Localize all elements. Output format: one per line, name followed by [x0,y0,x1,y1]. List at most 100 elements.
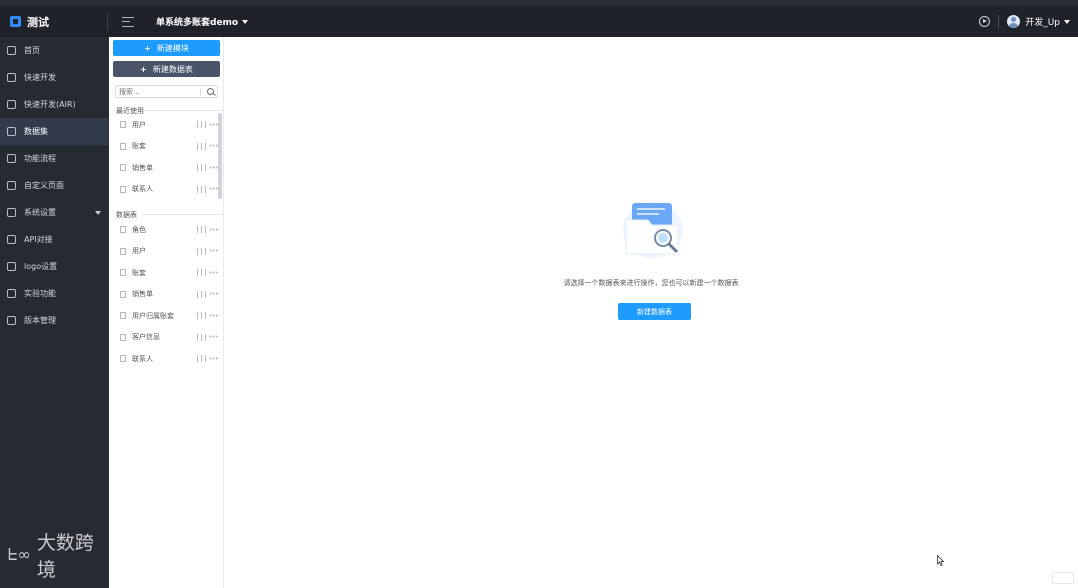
search-input[interactable] [116,86,200,97]
list-item-label: 销售单 [132,163,153,172]
app-title: 测试 [27,15,49,29]
main-content: 请选择一个数据表来进行操作，您也可以新建一个数据表 新建数据表 [224,37,1078,588]
user-menu-chevron-icon[interactable] [1064,19,1070,24]
table-icon [120,290,126,298]
corner-badge [1052,572,1074,584]
sidebar-item-system-settings[interactable]: 系统设置 [0,199,109,226]
more-icon[interactable]: ••• [209,355,219,363]
sidebar-item-custom-page[interactable]: 自定义页面 [0,172,109,199]
sidebar-item-label: 实验功能 [24,289,56,298]
sidebar-item-label: 快速开发(AIR) [24,100,76,109]
collapse-menu-icon[interactable] [122,16,134,27]
new-table-button[interactable]: + 新建数据表 [113,61,220,77]
sidebar-item-lab[interactable]: 实验功能 [0,280,109,307]
list-item-label: 客户信息 [132,333,160,342]
page-icon [7,181,16,190]
sidebar-item-label: 系统设置 [24,208,56,217]
list-item[interactable]: 联系人 ••• [109,179,221,201]
watermark: ᖶ∞ 大数跨境 [8,528,109,582]
list-item-label: 用户 [132,120,146,129]
settings-sliders-icon[interactable] [196,333,206,341]
table-icon [120,226,126,234]
panel-scrollbar[interactable] [218,113,222,199]
play-icon[interactable] [979,16,991,27]
chevron-down-icon [95,211,101,215]
divider [998,14,1000,29]
more-icon[interactable]: ••• [209,185,219,193]
settings-sliders-icon[interactable] [196,312,206,320]
app-logo[interactable]: 测试 [0,12,108,31]
more-icon[interactable]: ••• [209,290,219,298]
more-icon[interactable]: ••• [209,247,219,255]
new-module-button[interactable]: + 新建模块 [113,40,220,56]
sidebar-item-dataset[interactable]: 数据集 [0,118,109,145]
avatar[interactable] [1007,15,1021,28]
settings-sliders-icon[interactable] [196,142,206,150]
project-name: 单系统多账套demo [156,18,239,28]
settings-sliders-icon[interactable] [196,269,206,277]
top-bar: 测试 单系统多账套demo 开发_Up [0,6,1078,37]
mouse-cursor-icon [937,555,944,566]
more-icon[interactable]: ••• [209,333,219,341]
list-item-label: 用户 [132,247,146,256]
more-icon[interactable]: ••• [209,226,219,234]
list-item[interactable]: 联系人 ••• [109,348,221,370]
plus-icon: + [144,43,151,53]
more-icon[interactable]: ••• [209,269,219,277]
more-icon[interactable]: ••• [209,164,219,172]
watermark-text: 大数跨境 [36,532,94,581]
cube-icon [7,73,16,82]
settings-sliders-icon[interactable] [196,226,206,234]
app-logo-icon [10,16,21,27]
list-item-label: 用户归属账套 [132,311,174,320]
empty-message: 请选择一个数据表来进行操作，您也可以新建一个数据表 [563,279,739,287]
settings-sliders-icon[interactable] [196,355,206,363]
search-icon[interactable] [207,88,214,95]
list-item[interactable]: 销售单 ••• [109,284,221,306]
version-icon [7,316,16,325]
tables-list: 角色 ••• 用户 ••• 账套 ••• 销售单 ••• 用户归属账套 ••• … [109,219,221,370]
sidebar-item-label: logo设置 [24,262,58,271]
list-item-label: 联系人 [132,185,153,194]
cube-icon [7,100,16,109]
divider [200,87,201,96]
sidebar-item-label: 快速开发 [24,73,56,82]
project-selector[interactable]: 单系统多账套demo [156,15,249,28]
table-icon [120,312,126,320]
table-icon [120,269,126,277]
sidebar-item-workflow[interactable]: 功能流程 [0,145,109,172]
list-item[interactable]: 用户 ••• [109,114,221,136]
recent-list: 用户 ••• 账套 ••• 销售单 ••• 联系人 ••• [109,114,221,200]
table-icon [120,247,126,255]
settings-sliders-icon[interactable] [196,121,206,129]
sidebar-item-version[interactable]: 版本管理 [0,307,109,334]
more-icon[interactable]: ••• [209,312,219,320]
image-icon [7,262,16,271]
plus-icon: + [140,64,147,74]
list-item[interactable]: 销售单 ••• [109,157,221,179]
settings-sliders-icon[interactable] [196,164,206,172]
settings-sliders-icon[interactable] [196,290,206,298]
list-item[interactable]: 用户归属账套 ••• [109,305,221,327]
chevron-down-icon [242,19,249,24]
list-item[interactable]: 用户 ••• [109,241,221,263]
user-name[interactable]: 开发_Up [1025,15,1060,28]
create-table-button[interactable]: 新建数据表 [618,303,691,320]
sidebar-item-api[interactable]: API对接 [0,226,109,253]
search-box [115,85,218,98]
list-item-label: 账套 [132,268,146,277]
settings-sliders-icon[interactable] [196,185,206,193]
list-item[interactable]: 账套 ••• [109,136,221,158]
more-icon[interactable]: ••• [209,121,219,129]
more-icon[interactable]: ••• [209,142,219,150]
sidebar-item-logo-settings[interactable]: logo设置 [0,253,109,280]
new-table-label: 新建数据表 [152,64,193,74]
table-icon [120,355,126,363]
list-item[interactable]: 客户信息 ••• [109,327,221,349]
sidebar-item-quick-dev-air[interactable]: 快速开发(AIR) [0,91,109,118]
list-item[interactable]: 账套 ••• [109,262,221,284]
settings-sliders-icon[interactable] [196,247,206,255]
sidebar-item-quick-dev[interactable]: 快速开发 [0,64,109,91]
sidebar-item-home[interactable]: 首页 [0,37,109,64]
list-item[interactable]: 角色 ••• [109,219,221,241]
